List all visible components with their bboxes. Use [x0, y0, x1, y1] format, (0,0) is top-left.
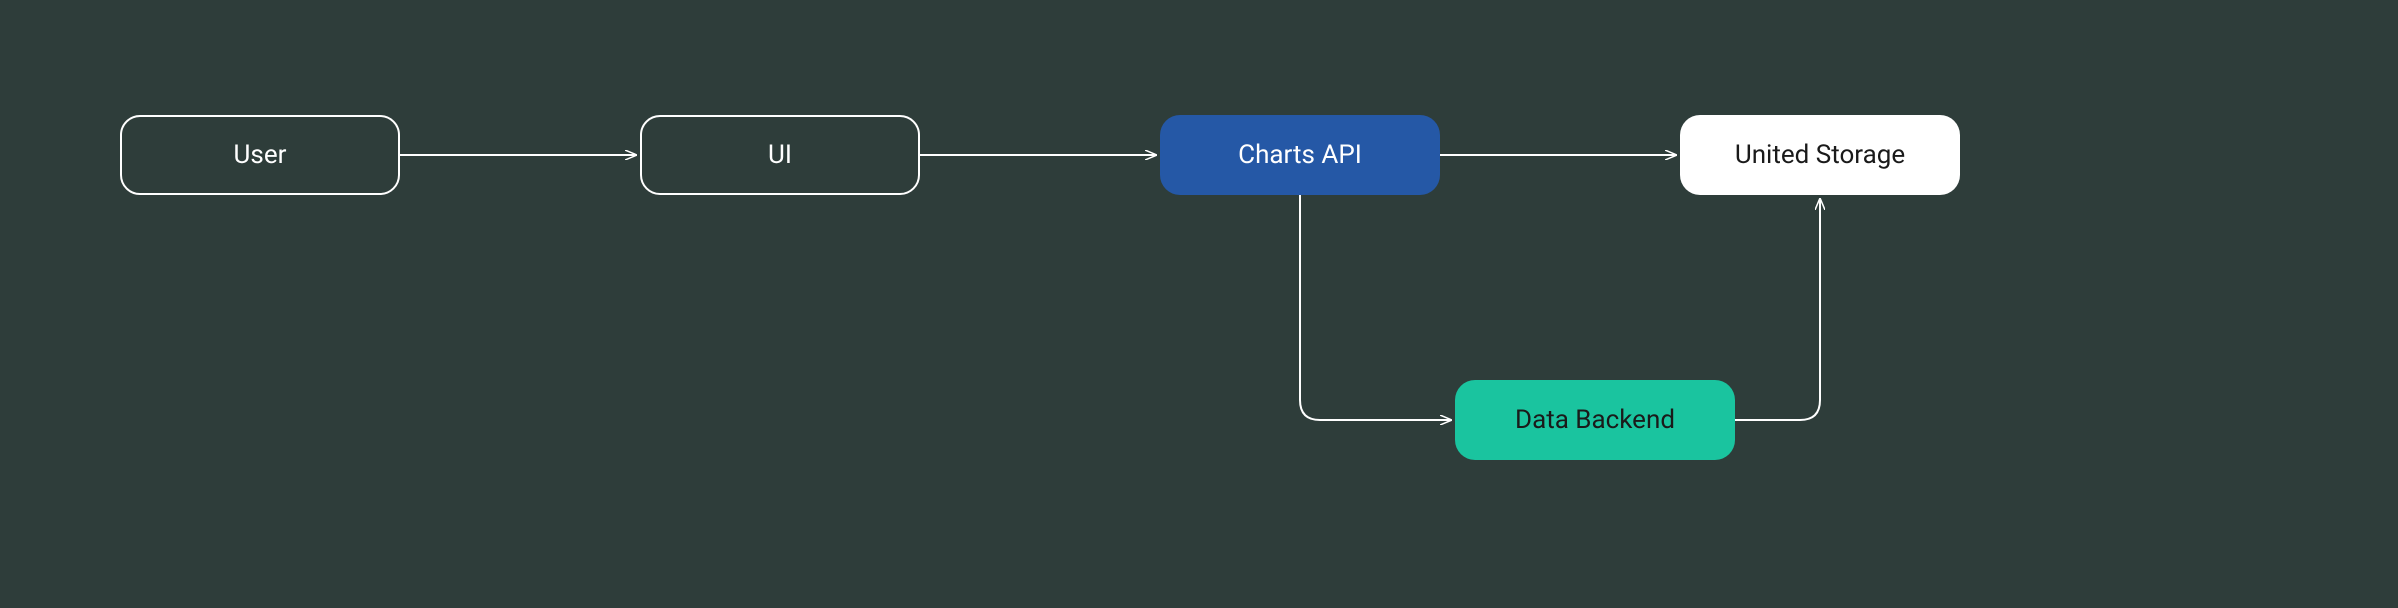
node-user-label: User — [234, 140, 287, 170]
node-data-backend: Data Backend — [1455, 380, 1735, 460]
node-ui: UI — [640, 115, 920, 195]
node-data-backend-label: Data Backend — [1515, 405, 1675, 435]
connectors-layer — [0, 0, 2398, 608]
node-united-storage-label: United Storage — [1735, 140, 1905, 170]
edge-data-backend-to-united-storage — [1735, 199, 1820, 420]
edge-charts-api-to-data-backend — [1300, 195, 1451, 420]
node-charts-api: Charts API — [1160, 115, 1440, 195]
node-user: User — [120, 115, 400, 195]
node-ui-label: UI — [768, 140, 792, 170]
node-united-storage: United Storage — [1680, 115, 1960, 195]
node-charts-api-label: Charts API — [1238, 140, 1362, 170]
